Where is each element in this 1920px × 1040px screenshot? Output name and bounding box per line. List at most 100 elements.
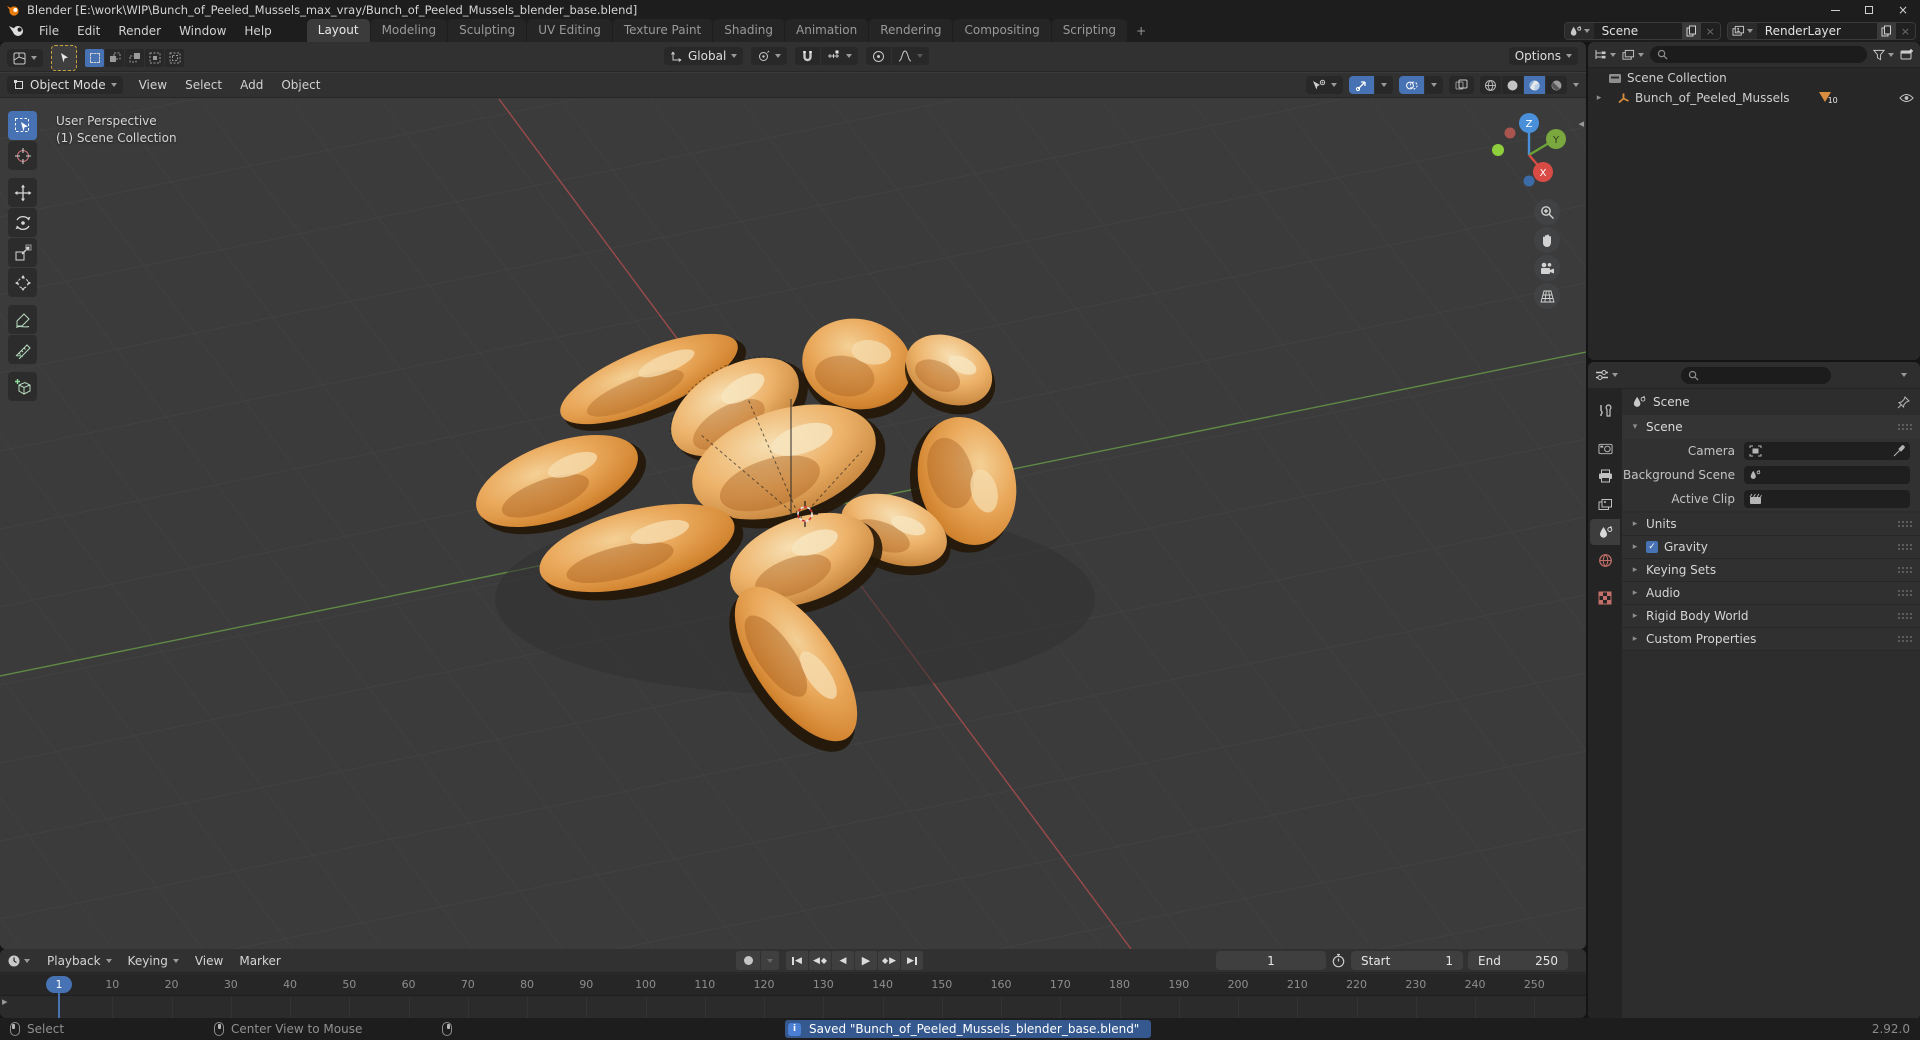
select-mode-intersect[interactable] (165, 49, 184, 67)
start-frame-field[interactable]: Start 1 (1351, 951, 1463, 970)
timeline-menu-keying[interactable]: Keying (121, 952, 186, 970)
tool-transform[interactable] (8, 268, 37, 297)
scene-selector[interactable]: Scene × (1563, 22, 1721, 40)
menu-window[interactable]: Window (170, 21, 235, 41)
drag-handle-icon[interactable] (1898, 424, 1912, 430)
eyedropper-icon[interactable] (1893, 445, 1905, 457)
add-workspace-button[interactable]: + (1128, 20, 1154, 43)
mode-dropdown[interactable]: Object Mode (7, 76, 123, 94)
collection-name[interactable]: Scene Collection (1627, 71, 1727, 85)
timeline-menu-view[interactable]: View (188, 952, 230, 970)
timeline-ruler[interactable]: 1 10 20 30 40 50 60 70 80 90 100 110 120 130 140 150 16… (0, 974, 1586, 996)
properties-editor-type[interactable] (1595, 369, 1618, 381)
tab-output[interactable] (1590, 463, 1620, 489)
workspace-tab-animation[interactable]: Animation (785, 19, 869, 42)
jump-to-end-button[interactable]: ▶ (901, 951, 923, 970)
close-button[interactable]: × (1886, 0, 1920, 20)
playhead[interactable] (58, 991, 60, 1018)
shading-rendered[interactable] (1546, 76, 1567, 94)
active-tool-select-box[interactable] (51, 45, 77, 71)
tab-scene[interactable] (1590, 519, 1620, 545)
select-mode-set[interactable] (85, 49, 104, 67)
workspace-tab-sculpting[interactable]: Sculpting (448, 19, 527, 42)
select-mode-extend[interactable] (105, 49, 124, 67)
pan-view-button[interactable] (1534, 227, 1560, 253)
tool-annotate[interactable] (8, 305, 37, 334)
outliner-filter-dropdown[interactable] (1873, 49, 1894, 61)
camera-field[interactable] (1744, 442, 1910, 460)
scene-panel-header[interactable]: ▾ Scene (1622, 415, 1920, 439)
jump-to-start-button[interactable]: ◀ (786, 951, 808, 970)
proportional-falloff-dropdown[interactable] (892, 47, 930, 65)
outliner-search[interactable] (1650, 46, 1867, 63)
camera-view-button[interactable] (1534, 255, 1560, 281)
play-reverse-button[interactable]: ◀ (832, 951, 854, 970)
shading-wireframe[interactable] (1480, 76, 1501, 94)
tool-cursor[interactable] (8, 141, 37, 170)
tab-view-layer[interactable] (1590, 491, 1620, 517)
render-layer-remove-button[interactable]: × (1896, 25, 1915, 38)
outliner-row-object[interactable]: ▸ Bunch_of_Peeled_Mussels 10 (1588, 88, 1920, 108)
workspace-tab-texture-paint[interactable]: Texture Paint (612, 19, 713, 42)
toggle-ortho-button[interactable] (1534, 283, 1560, 309)
end-frame-field[interactable]: End 250 (1468, 951, 1568, 970)
workspace-tab-scripting[interactable]: Scripting (1051, 19, 1128, 42)
transform-orientation-dropdown[interactable]: Global (664, 47, 744, 65)
workspace-tab-modeling[interactable]: Modeling (370, 19, 448, 42)
panel-units[interactable]: ▸ Units (1622, 513, 1920, 536)
prev-keyframe-button[interactable]: ◀ ◆ (809, 951, 831, 970)
timeline-canvas[interactable] (0, 997, 1586, 1018)
next-keyframe-button[interactable]: ◆ ▶ (878, 951, 900, 970)
drag-handle-icon[interactable] (1898, 544, 1912, 550)
active-clip-field[interactable] (1744, 490, 1910, 508)
scene-copy-button[interactable] (1681, 23, 1701, 39)
render-layer-selector[interactable]: RenderLayer × (1726, 22, 1916, 40)
new-collection-button[interactable] (1900, 48, 1914, 61)
workspace-tab-uv-editing[interactable]: UV Editing (527, 19, 612, 42)
viewport-menu-select[interactable]: Select (177, 76, 230, 94)
pin-icon[interactable] (1897, 395, 1910, 409)
expand-arrow-icon[interactable]: ▸ (1594, 93, 1604, 103)
tab-texture[interactable] (1590, 585, 1620, 611)
pivot-point-dropdown[interactable] (751, 47, 788, 65)
viewport-menu-view[interactable]: View (131, 76, 175, 94)
auto-keying-dropdown[interactable] (761, 951, 779, 970)
tool-scale[interactable] (8, 238, 37, 267)
workspace-tab-rendering[interactable]: Rendering (869, 19, 953, 42)
drag-handle-icon[interactable] (1898, 590, 1912, 596)
show-gizmo-toggle[interactable] (1349, 76, 1374, 94)
editor-type-button[interactable] (7, 49, 43, 67)
navigation-gizmo[interactable]: Z Y X (1490, 109, 1568, 187)
workspace-tab-shading[interactable]: Shading (713, 19, 784, 42)
proportional-editing-toggle[interactable] (866, 47, 892, 65)
3d-scene[interactable] (0, 99, 1586, 949)
zoom-view-button[interactable] (1534, 199, 1560, 225)
menu-render[interactable]: Render (109, 21, 170, 41)
panel-keying-sets[interactable]: ▸ Keying Sets (1622, 559, 1920, 582)
render-layer-copy-button[interactable] (1876, 23, 1896, 39)
checkbox[interactable]: ✓ (1646, 541, 1658, 553)
menu-help[interactable]: Help (235, 21, 280, 41)
shading-dropdown[interactable] (1573, 83, 1579, 87)
panel-custom-properties[interactable]: ▸ Custom Properties (1622, 628, 1920, 651)
tab-tool[interactable] (1590, 397, 1620, 423)
object-visibility-dropdown[interactable] (1306, 76, 1343, 94)
stopwatch-icon[interactable] (1331, 953, 1346, 968)
auto-keying-toggle[interactable] (736, 951, 760, 970)
gizmo-dropdown[interactable] (1375, 76, 1393, 94)
xray-toggle[interactable] (1449, 76, 1474, 94)
tab-render[interactable] (1590, 435, 1620, 461)
hide-toggle[interactable] (1899, 93, 1914, 103)
viewport-canvas[interactable]: User Perspective (1) Scene Collection Z … (0, 99, 1586, 949)
current-frame-field[interactable]: 1 (1216, 951, 1326, 970)
workspace-tab-compositing[interactable]: Compositing (953, 19, 1051, 42)
select-mode-invert[interactable] (145, 49, 164, 67)
outliner-display-mode[interactable] (1594, 49, 1616, 61)
show-overlays-toggle[interactable] (1399, 76, 1424, 94)
outliner-filter-id-type[interactable] (1622, 49, 1644, 61)
sidebar-toggle-arrow[interactable]: ◂ (1578, 117, 1584, 130)
options-dropdown[interactable]: Options (1508, 47, 1578, 65)
viewport-menu-object[interactable]: Object (273, 76, 328, 94)
tool-add-cube[interactable] (8, 372, 37, 401)
minimize-button[interactable] (1818, 0, 1852, 20)
